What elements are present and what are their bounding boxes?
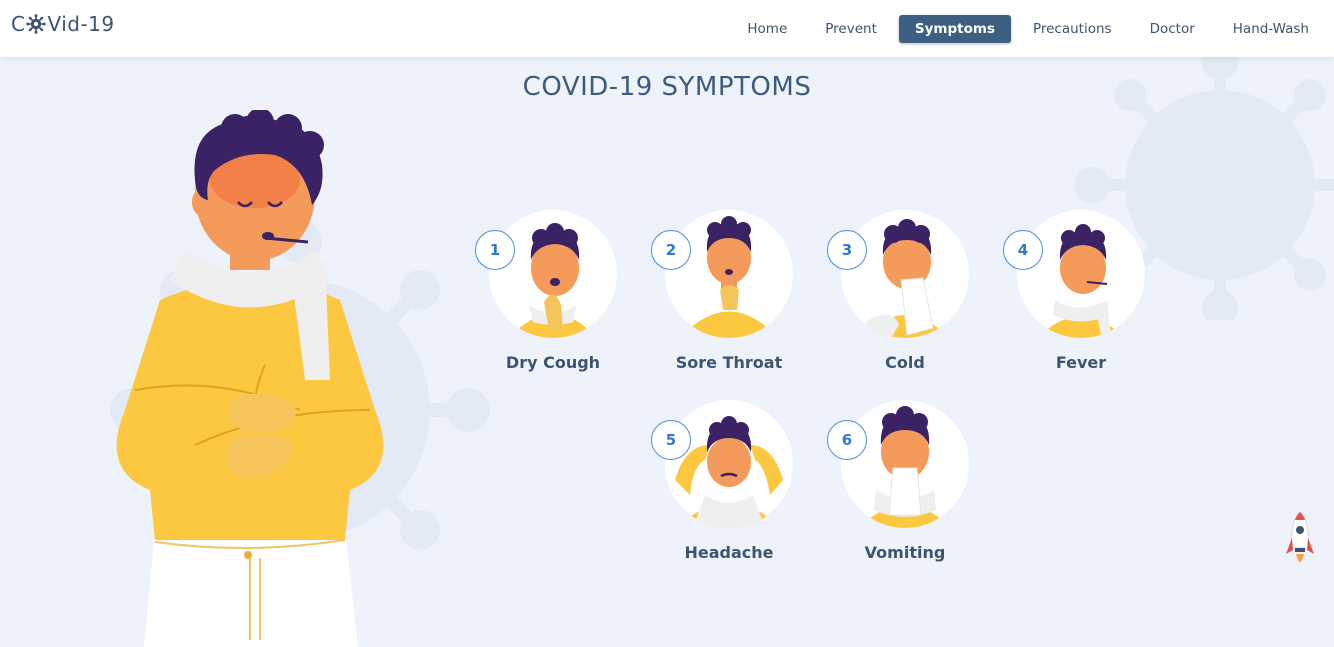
- vomiting-illustration: [841, 400, 969, 528]
- symptom-label: Dry Cough: [505, 353, 601, 372]
- sore-throat-illustration: [665, 210, 793, 338]
- symptom-card-dry-cough[interactable]: 1 Dry Cough: [475, 210, 617, 400]
- cold-illustration: [841, 210, 969, 338]
- symptom-number: 6: [827, 420, 867, 460]
- symptom-label: Cold: [885, 353, 925, 372]
- symptom-label: Fever: [1055, 353, 1107, 372]
- nav-symptoms[interactable]: Symptoms: [898, 14, 1011, 43]
- brand-logo[interactable]: C Vid-19: [11, 12, 115, 36]
- sick-man-illustration: [116, 110, 384, 647]
- virus-icon: [26, 14, 47, 34]
- nav-prevent[interactable]: Prevent: [809, 15, 893, 43]
- symptom-label: Headache: [684, 543, 774, 562]
- symptom-label: Vomiting: [864, 543, 946, 562]
- nav-hand-wash[interactable]: Hand-Wash: [1217, 15, 1325, 43]
- page-title: COVID-19 SYMPTOMS: [522, 72, 812, 102]
- symptom-card-cold[interactable]: 3 Cold: [827, 210, 969, 400]
- fever-illustration: [1017, 210, 1145, 338]
- nav-precautions[interactable]: Precautions: [1017, 15, 1128, 43]
- navbar: C Vid-19 Home Prevent Symptoms Precautio…: [0, 0, 1334, 57]
- symptom-card-headache[interactable]: 5 Headache: [651, 400, 793, 590]
- symptom-card-fever[interactable]: 4 Fever: [1003, 210, 1145, 400]
- symptom-number: 5: [651, 420, 691, 460]
- nav-home[interactable]: Home: [731, 15, 803, 43]
- symptom-number: 2: [651, 230, 691, 270]
- dry-cough-illustration: [489, 210, 617, 338]
- symptom-card-sore-throat[interactable]: 2 Sore Throat: [651, 210, 793, 400]
- nav-menu: Home Prevent Symptoms Precautions Doctor…: [728, 0, 1334, 57]
- symptom-label: Sore Throat: [675, 353, 783, 372]
- rocket-icon[interactable]: [1284, 510, 1316, 574]
- symptom-number: 3: [827, 230, 867, 270]
- symptom-number: 1: [475, 230, 515, 270]
- symptom-card-vomiting[interactable]: 6 Vomiting: [827, 400, 969, 590]
- headache-illustration: [665, 400, 793, 528]
- brand-prefix: C: [11, 12, 26, 36]
- symptom-number: 4: [1003, 230, 1043, 270]
- brand-suffix: Vid-19: [47, 12, 115, 36]
- nav-doctor[interactable]: Doctor: [1134, 15, 1211, 43]
